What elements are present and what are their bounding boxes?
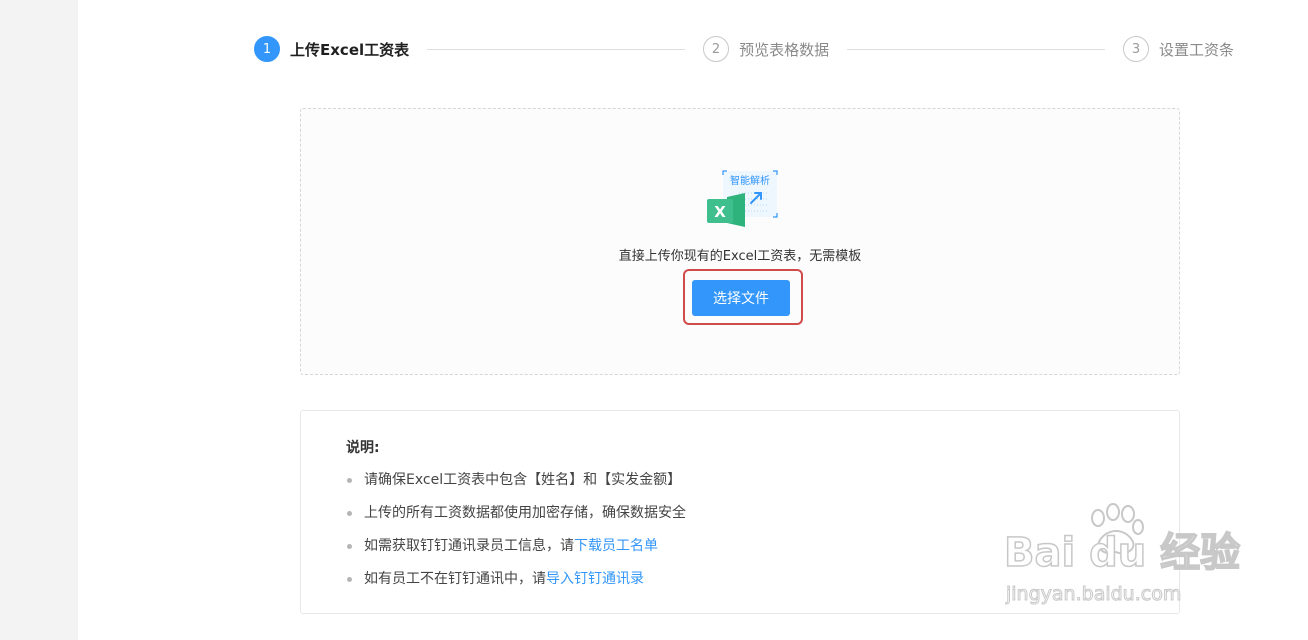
bullet-icon [347, 478, 352, 483]
step-number: 3 [1123, 36, 1149, 62]
list-item: 如有员工不在钉钉通讯中，请 导入钉钉通讯录 [343, 568, 686, 601]
list-item: 如需获取钉钉通讯录员工信息，请 下载员工名单 [343, 535, 686, 568]
smart-parse-badge: 智能解析 [730, 174, 770, 187]
smart-parse-illustration: 智能解析 X [705, 169, 779, 235]
left-gutter [0, 0, 78, 640]
list-item: 上传的所有工资数据都使用加密存储，确保数据安全 [343, 502, 686, 535]
step-settings: 3 设置工资条 [1123, 36, 1234, 62]
note-text: 上传的所有工资数据都使用加密存储，确保数据安全 [364, 505, 686, 521]
step-upload: 1 上传Excel工资表 [254, 36, 409, 62]
step-label: 预览表格数据 [739, 40, 830, 59]
step-number: 2 [703, 36, 730, 62]
note-text: 如有员工不在钉钉通讯中，请 [364, 571, 546, 587]
svg-text:X: X [714, 203, 726, 221]
upload-description: 直接上传你现有的Excel工资表，无需模板 [618, 249, 862, 264]
bullet-icon [347, 544, 352, 549]
step-indicator: 1 上传Excel工资表 2 预览表格数据 3 设置工资条 [254, 34, 1234, 64]
import-dingtalk-contacts-link[interactable]: 导入钉钉通讯录 [546, 568, 644, 590]
download-employee-list-link[interactable]: 下载员工名单 [574, 535, 658, 557]
notes-title: 说明: [346, 440, 380, 456]
upload-dropzone[interactable]: 智能解析 X 直接上传你现有的Excel工资表，无需模板 选择文件 [300, 108, 1180, 375]
bullet-icon [347, 577, 352, 582]
notes-panel: 说明: 请确保Excel工资表中包含【姓名】和【实发金额】 上传的所有工资数据都… [300, 410, 1180, 614]
step-connector [847, 48, 1105, 50]
excel-file-icon: 智能解析 X [707, 170, 778, 227]
choose-file-button[interactable]: 选择文件 [692, 280, 790, 316]
step-label: 设置工资条 [1159, 40, 1235, 59]
step-preview: 2 预览表格数据 [703, 36, 829, 62]
step-connector [427, 48, 686, 50]
upload-page: 1 上传Excel工资表 2 预览表格数据 3 设置工资条 智能解析 X 直接上… [78, 0, 1308, 640]
step-number: 1 [254, 36, 280, 62]
note-text: 如需获取钉钉通讯录员工信息，请 [364, 538, 574, 554]
bullet-icon [347, 511, 352, 516]
notes-list: 请确保Excel工资表中包含【姓名】和【实发金额】 上传的所有工资数据都使用加密… [343, 469, 686, 601]
step-label: 上传Excel工资表 [290, 40, 410, 59]
list-item: 请确保Excel工资表中包含【姓名】和【实发金额】 [343, 469, 686, 502]
note-text: 请确保Excel工资表中包含【姓名】和【实发金额】 [364, 472, 682, 488]
